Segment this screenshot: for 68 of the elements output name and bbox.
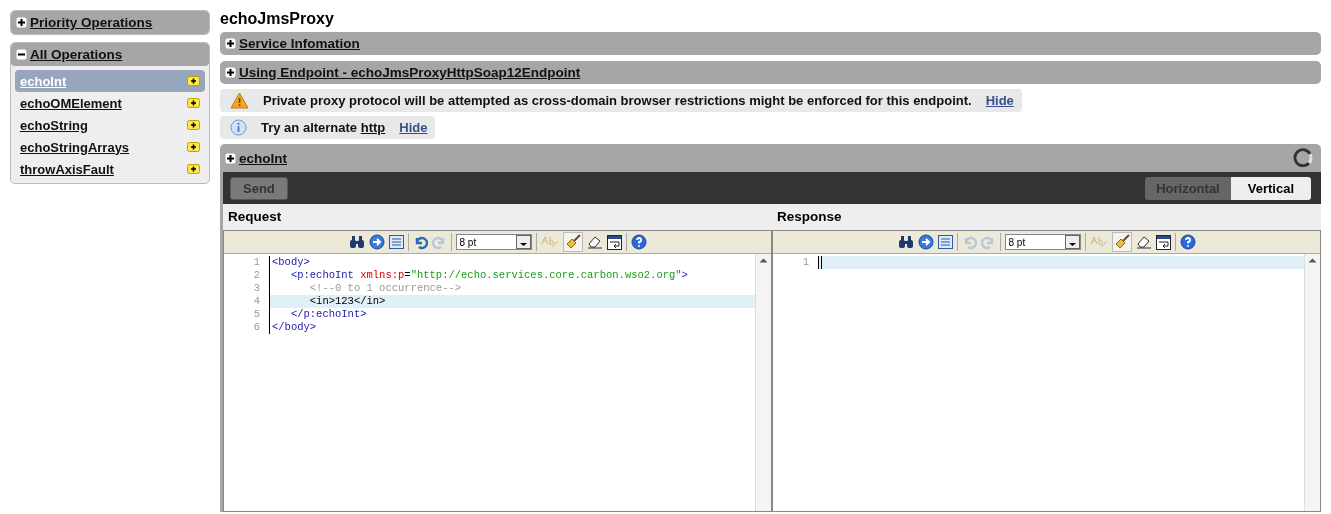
add-icon[interactable] xyxy=(187,76,200,86)
protocol-link[interactable]: http xyxy=(360,120,386,135)
font-size-select[interactable]: 8 pt xyxy=(455,234,532,250)
eraser-icon[interactable] xyxy=(1135,235,1152,249)
binoculars-icon[interactable] xyxy=(348,235,365,249)
layout-toggle[interactable]: Vertical xyxy=(1230,176,1311,200)
operation-item[interactable]: echoStringArrays xyxy=(15,136,205,158)
expand-icon[interactable] xyxy=(16,17,27,28)
hide-link[interactable]: Hide xyxy=(985,93,1014,108)
line-number: 6 xyxy=(252,321,261,334)
code-editor[interactable]: 8 pt 1 <body> 2 <p:echoInt xmlns:p="http://echo.services.core.carbon.wso2.org"> 3 <!--0 to 1 occurrence--> 4 <in>123</in> 5 </p:echoInt> 6 </body> xyxy=(223,230,772,512)
line-number: 1 xyxy=(801,256,810,269)
spellcheck-icon[interactable] xyxy=(540,235,559,249)
code-line: <in>123</in> xyxy=(308,295,386,307)
hide-link[interactable]: Hide xyxy=(399,120,428,135)
line-number: 3 xyxy=(252,282,261,295)
panel-title: Request xyxy=(227,208,283,226)
binoculars-icon[interactable] xyxy=(897,235,914,249)
expand-icon[interactable] xyxy=(225,67,236,78)
expand-icon[interactable] xyxy=(225,152,236,164)
section-link[interactable]: Using Endpoint - echoJmsProxyHttpSoap12Endpoint xyxy=(239,65,581,80)
add-icon[interactable] xyxy=(187,142,200,152)
operation-item[interactable]: throwAxisFault xyxy=(15,158,205,180)
line-number: 4 xyxy=(252,295,261,308)
brush-icon[interactable] xyxy=(564,234,581,250)
help-icon[interactable] xyxy=(630,234,647,250)
service-title: echoJmsProxy xyxy=(220,10,335,28)
word-wrap-icon[interactable] xyxy=(606,234,622,250)
warning-icon xyxy=(230,92,249,109)
section-link[interactable]: Service Infomation xyxy=(239,36,360,51)
scrollbar[interactable] xyxy=(1304,254,1320,511)
section-link[interactable]: echoInt xyxy=(239,150,1290,166)
code-line: </p:echoInt> xyxy=(289,308,367,320)
code-line: </body> xyxy=(272,321,317,333)
code-line: <p:echoInt xmlns:p="http://echo.services.core.carbon.wso2.org"> xyxy=(289,269,688,281)
dropdown-icon[interactable] xyxy=(515,235,531,249)
operation-item[interactable]: echoString xyxy=(15,114,205,136)
add-icon[interactable] xyxy=(187,120,200,130)
add-icon[interactable] xyxy=(187,164,200,174)
loading-spinner-icon xyxy=(1293,148,1313,168)
line-number: 1 xyxy=(252,256,261,269)
arrow-circle-icon[interactable] xyxy=(917,234,934,250)
code-editor[interactable]: 8 pt 1 xyxy=(772,230,1321,512)
list-window-icon[interactable] xyxy=(937,235,953,249)
brush-icon[interactable] xyxy=(1113,234,1130,250)
arrow-circle-icon[interactable] xyxy=(368,234,385,250)
help-icon[interactable] xyxy=(1179,234,1196,250)
operation-item[interactable]: echoOMElement xyxy=(15,92,205,114)
code-line: <!--0 to 1 occurrence--> xyxy=(308,282,462,294)
add-icon[interactable] xyxy=(187,98,200,108)
scroll-up-icon[interactable] xyxy=(1308,257,1317,263)
code-line: <body> xyxy=(272,256,310,268)
word-wrap-icon[interactable] xyxy=(1155,234,1171,250)
eraser-icon[interactable] xyxy=(586,235,603,249)
line-number: 2 xyxy=(252,269,261,282)
panel-title: Response xyxy=(776,208,843,226)
line-number: 5 xyxy=(252,308,261,321)
notice-text: Private proxy protocol will be attempted as cross-domain browser restrictions might be enforced for this endpoint. xyxy=(263,93,972,108)
expand-icon[interactable] xyxy=(225,38,236,49)
list-window-icon[interactable] xyxy=(388,235,404,249)
scrollbar[interactable] xyxy=(755,254,771,511)
info-icon xyxy=(230,119,247,136)
font-size-select[interactable]: 8 pt xyxy=(1004,234,1081,250)
spellcheck-icon[interactable] xyxy=(1089,235,1108,249)
scroll-up-icon[interactable] xyxy=(759,257,768,263)
dropdown-icon[interactable] xyxy=(1064,235,1080,249)
notice-text: Try an alternate http xyxy=(261,120,386,135)
collapse-icon[interactable] xyxy=(16,49,27,60)
